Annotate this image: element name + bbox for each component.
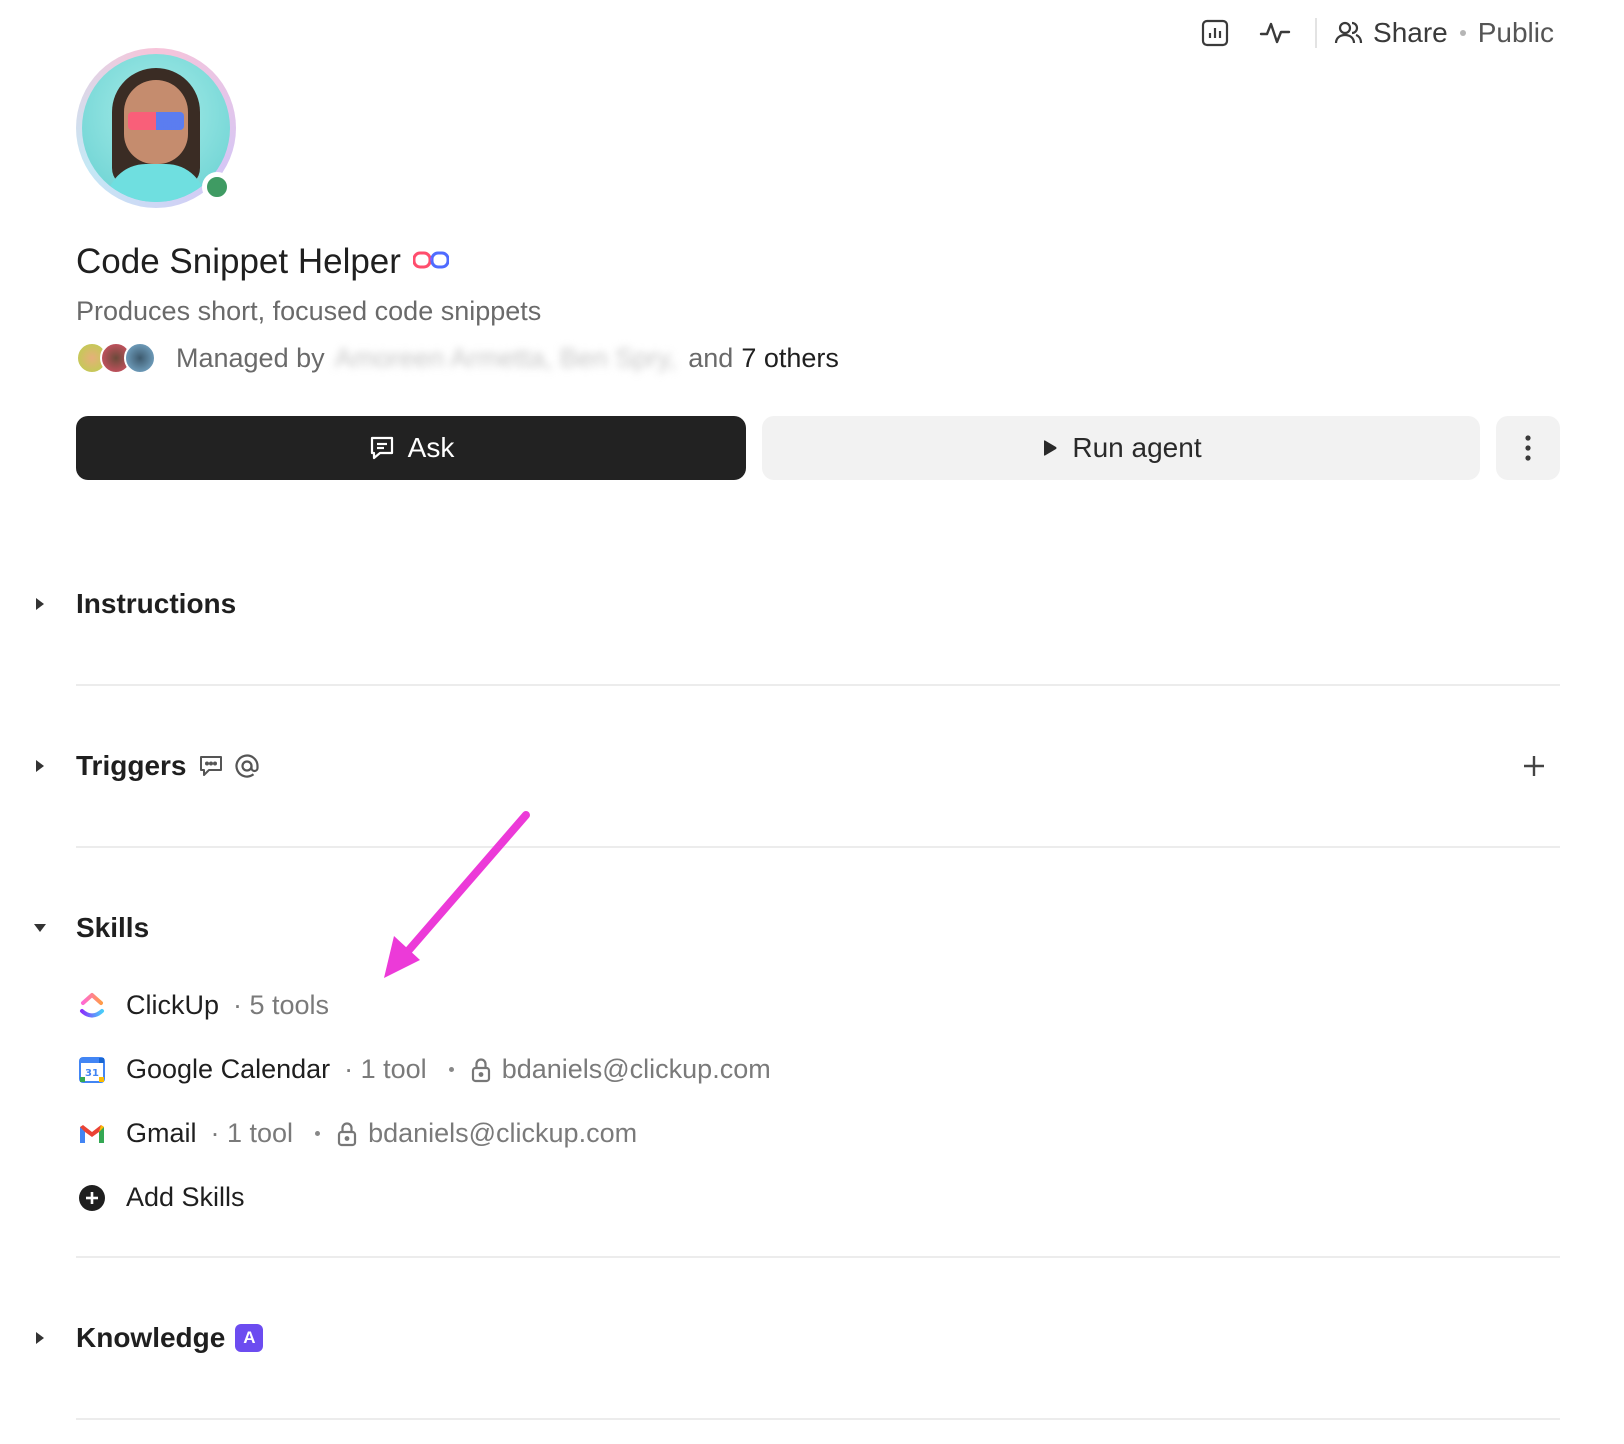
more-options-button[interactable] [1496, 416, 1560, 480]
action-buttons: Ask Run agent [76, 416, 1560, 480]
skill-name: ClickUp [126, 990, 220, 1020]
skill-name: Google Calendar [126, 1054, 331, 1084]
separator-dot [315, 1131, 321, 1136]
separator-dot [1459, 30, 1466, 36]
people-icon [1333, 18, 1363, 48]
skill-tool-count: · 1 tool [210, 1118, 294, 1148]
managers-row[interactable]: Managed by Amoreen Armetta, Ben Spry, an… [76, 342, 839, 374]
manager-avatar [124, 342, 156, 374]
connected-account: bdaniels@clickup.com [368, 1118, 638, 1148]
separator-dot [448, 1067, 454, 1072]
agent-name: Code Snippet Helper [76, 242, 401, 281]
section-divider [76, 1256, 1560, 1258]
dashboard-chart-icon[interactable] [1193, 11, 1237, 55]
managed-by-label: Managed by [176, 342, 325, 373]
skill-google-calendar[interactable]: 31 Google Calendar · 1 tool bdaniels@cli… [78, 1054, 771, 1085]
skill-clickup[interactable]: ClickUp · 5 tools [78, 990, 329, 1021]
agent-description: Produces short, focused code snippets [76, 296, 542, 326]
visibility-label: Public [1477, 17, 1554, 48]
knowledge-title: Knowledge [76, 1322, 226, 1353]
svg-text:31: 31 [85, 1068, 99, 1079]
ask-button[interactable]: Ask [76, 416, 746, 480]
toolbar-divider [1315, 18, 1318, 48]
vertical-dots-icon [1524, 434, 1532, 462]
caret-right-icon[interactable] [30, 594, 50, 614]
run-agent-label: Run agent [1072, 432, 1202, 463]
and-label: and [688, 342, 734, 373]
google-calendar-logo-icon: 31 [78, 1056, 106, 1084]
add-skills-button[interactable]: Add Skills [78, 1182, 245, 1213]
section-instructions[interactable]: Instructions [30, 588, 236, 620]
managers-names: Amoreen Armetta, Ben Spry, [334, 342, 677, 373]
skill-name: Gmail [126, 1118, 197, 1148]
section-divider [76, 1418, 1560, 1420]
caret-right-icon[interactable] [30, 1328, 50, 1348]
section-divider [76, 846, 1560, 848]
comment-trigger-icon [198, 753, 224, 779]
skill-gmail[interactable]: Gmail · 1 tool bdaniels@clickup.com [78, 1118, 637, 1149]
section-triggers[interactable]: Triggers [30, 750, 260, 782]
section-divider [76, 684, 1560, 686]
activity-pulse-icon[interactable] [1253, 11, 1297, 55]
agent-glasses-icon [412, 250, 450, 275]
top-toolbar: Share Public [1177, 10, 1554, 56]
run-agent-button[interactable]: Run agent [762, 416, 1480, 480]
agent-avatar[interactable] [76, 48, 236, 208]
triggers-title: Triggers [76, 750, 187, 781]
section-skills[interactable]: Skills [30, 912, 149, 944]
lock-icon [336, 1121, 358, 1147]
chat-icon [368, 434, 396, 462]
play-icon [1040, 438, 1060, 458]
share-label: Share [1373, 17, 1448, 48]
plus-icon [1521, 753, 1547, 779]
caret-down-icon[interactable] [30, 918, 50, 938]
skill-tool-count: · 5 tools [233, 990, 330, 1020]
annotation-arrow-icon [384, 811, 530, 978]
mention-trigger-icon [234, 753, 260, 779]
section-knowledge[interactable]: Knowledge A [30, 1322, 264, 1354]
instructions-title: Instructions [76, 588, 237, 619]
online-status-indicator [202, 172, 232, 202]
clickup-logo-icon [78, 992, 106, 1020]
skill-tool-count: · 1 tool [344, 1054, 427, 1084]
add-trigger-button[interactable] [1516, 748, 1552, 784]
gmail-logo-icon [78, 1120, 106, 1148]
caret-right-icon[interactable] [30, 756, 50, 776]
share-button[interactable]: Share Public [1333, 17, 1554, 49]
knowledge-ai-badge: A [235, 1324, 264, 1352]
others-link[interactable]: 7 others [741, 343, 839, 374]
agent-title-row: Code Snippet Helper [76, 242, 450, 282]
skills-title: Skills [76, 912, 150, 943]
add-skills-label: Add Skills [126, 1182, 245, 1212]
ask-label: Ask [407, 432, 455, 463]
plus-circle-icon [78, 1184, 106, 1212]
lock-icon [470, 1057, 492, 1083]
connected-account: bdaniels@clickup.com [501, 1054, 771, 1084]
